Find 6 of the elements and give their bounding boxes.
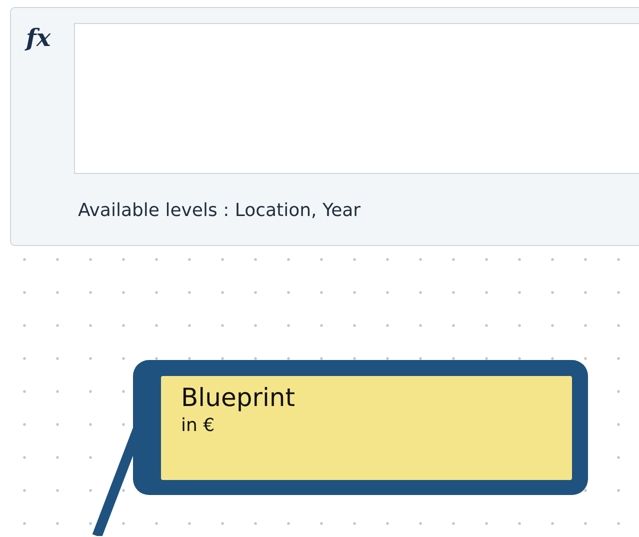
formula-input-field[interactable] [74,23,639,174]
available-levels-text: Available levels : Location, Year [78,199,361,223]
node-title: Blueprint [181,382,296,414]
node-frame[interactable]: Blueprint in € [133,360,588,495]
node-unit: in € [181,414,215,438]
formula-label: fx [26,24,52,52]
